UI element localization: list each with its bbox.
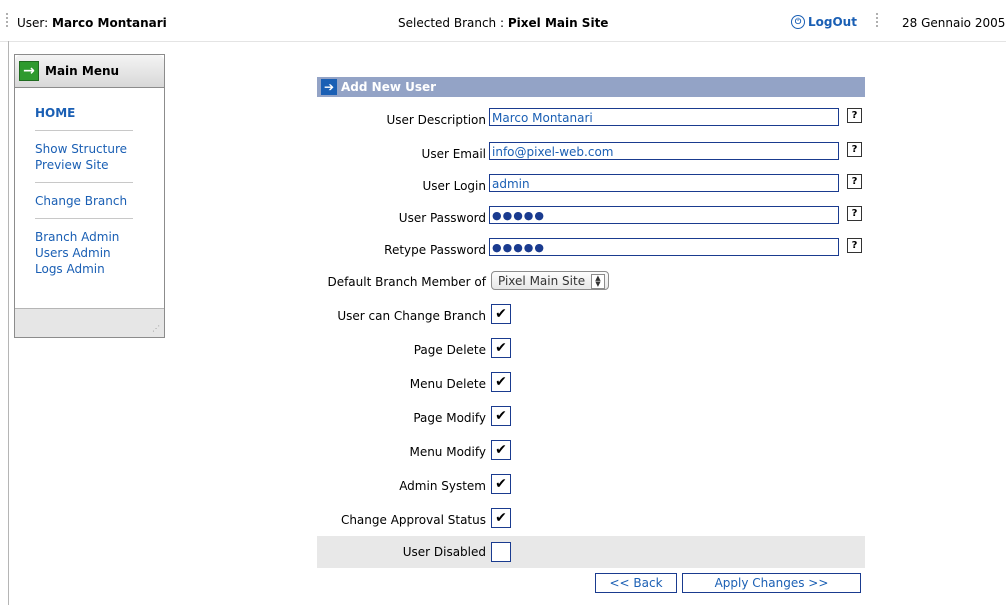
- menu-item-change-branch[interactable]: Change Branch: [35, 193, 164, 209]
- power-icon: ⏻: [791, 15, 805, 29]
- menu-item-logs-admin[interactable]: Logs Admin: [35, 261, 164, 277]
- logout-link[interactable]: ⏻ LogOut: [791, 15, 857, 29]
- row-change-approval-status: Change Approval Status ✔: [317, 506, 865, 534]
- row-user-email: User Email info@pixel-web.com ?: [317, 140, 865, 168]
- change-approval-status-checkbox[interactable]: ✔: [491, 508, 511, 528]
- default-branch-select[interactable]: Pixel Main Site ▲ ▼: [491, 271, 609, 290]
- row-user-description: User Description Marco Montanari ?: [317, 106, 865, 134]
- branch-label: Selected Branch :: [398, 16, 505, 30]
- field-label: User Password: [398, 211, 486, 225]
- field-label: Retype Password: [384, 243, 486, 257]
- menu-item-users-admin[interactable]: Users Admin: [35, 245, 164, 261]
- user-can-change-branch-checkbox[interactable]: ✔: [491, 304, 511, 324]
- checkbox-label: Change Approval Status: [340, 513, 486, 527]
- page-modify-checkbox[interactable]: ✔: [491, 406, 511, 426]
- left-edge-line: [8, 41, 9, 605]
- row-default-branch: Default Branch Member of Pixel Main Site…: [317, 270, 865, 298]
- logout-label: LogOut: [808, 15, 857, 29]
- row-admin-system: Admin System ✔: [317, 472, 865, 500]
- field-label: Default Branch Member of: [327, 275, 486, 289]
- row-user-login: User Login admin ?: [317, 172, 865, 200]
- row-page-delete: Page Delete ✔: [317, 336, 865, 364]
- user-email-input[interactable]: info@pixel-web.com: [489, 142, 839, 160]
- checkbox-label: Admin System: [399, 479, 486, 493]
- admin-system-checkbox[interactable]: ✔: [491, 474, 511, 494]
- menu-delete-checkbox[interactable]: ✔: [491, 372, 511, 392]
- current-user: User: Marco Montanari: [17, 16, 167, 30]
- page-delete-checkbox[interactable]: ✔: [491, 338, 511, 358]
- resize-grip-icon[interactable]: ⋰: [152, 324, 160, 333]
- updown-arrows-icon: ▲ ▼: [591, 274, 605, 289]
- menu-item-home[interactable]: HOME: [35, 105, 164, 121]
- back-button[interactable]: << Back: [595, 573, 677, 593]
- help-icon[interactable]: ?: [847, 174, 862, 189]
- checkbox-label: User Disabled: [402, 545, 486, 559]
- main-menu: → Main Menu HOME Show Structure Preview …: [14, 54, 165, 338]
- user-login-input[interactable]: admin: [489, 174, 839, 192]
- user-label: User:: [17, 16, 49, 30]
- help-icon[interactable]: ?: [847, 142, 862, 157]
- checkbox-label: Menu Delete: [409, 377, 486, 391]
- checkbox-label: User can Change Branch: [337, 309, 486, 323]
- row-menu-delete: Menu Delete ✔: [317, 370, 865, 398]
- field-label: User Email: [421, 147, 486, 161]
- form-title: Add New User: [341, 80, 437, 94]
- menu-item-branch-admin[interactable]: Branch Admin: [35, 229, 164, 245]
- selected-branch: Selected Branch : Pixel Main Site: [398, 16, 608, 30]
- help-icon[interactable]: ?: [847, 206, 862, 221]
- user-password-input[interactable]: ●●●●●: [489, 206, 839, 224]
- arrow-right-icon: →: [19, 61, 39, 81]
- row-user-can-change-branch: User can Change Branch ✔: [317, 302, 865, 330]
- user-disabled-checkbox[interactable]: [491, 542, 511, 562]
- current-date: 28 Gennaio 2005: [902, 16, 1006, 30]
- field-label: User Login: [422, 179, 486, 193]
- menu-item-preview-site[interactable]: Preview Site: [35, 157, 164, 173]
- checkbox-label: Page Modify: [413, 411, 486, 425]
- menu-modify-checkbox[interactable]: ✔: [491, 440, 511, 460]
- select-value: Pixel Main Site: [498, 274, 586, 288]
- main-menu-footer: ⋰: [15, 308, 164, 337]
- separator: [6, 13, 8, 29]
- apply-changes-button[interactable]: Apply Changes >>: [682, 573, 861, 593]
- checkbox-label: Menu Modify: [409, 445, 486, 459]
- main-menu-title: Main Menu: [45, 64, 120, 78]
- row-retype-password: Retype Password ●●●●● ?: [317, 236, 865, 264]
- user-name: Marco Montanari: [52, 16, 167, 30]
- divider: [35, 218, 133, 219]
- user-description-input[interactable]: Marco Montanari: [489, 108, 839, 126]
- field-label: User Description: [386, 113, 486, 127]
- divider: [35, 182, 133, 183]
- main-menu-header: → Main Menu: [15, 55, 164, 88]
- row-page-modify: Page Modify ✔: [317, 404, 865, 432]
- arrow-right-icon: ➔: [321, 79, 337, 95]
- retype-password-input[interactable]: ●●●●●: [489, 238, 839, 256]
- divider: [35, 130, 133, 131]
- row-user-disabled: User Disabled: [317, 536, 865, 568]
- help-icon[interactable]: ?: [847, 108, 862, 123]
- row-user-password: User Password ●●●●● ?: [317, 204, 865, 232]
- row-menu-modify: Menu Modify ✔: [317, 438, 865, 466]
- branch-name: Pixel Main Site: [507, 16, 609, 30]
- checkbox-label: Page Delete: [413, 343, 486, 357]
- form-header: ➔ Add New User: [317, 77, 865, 97]
- top-bar: User: Marco Montanari Selected Branch : …: [0, 0, 1006, 42]
- menu-item-show-structure[interactable]: Show Structure: [35, 141, 164, 157]
- help-icon[interactable]: ?: [847, 238, 862, 253]
- separator: [876, 13, 878, 29]
